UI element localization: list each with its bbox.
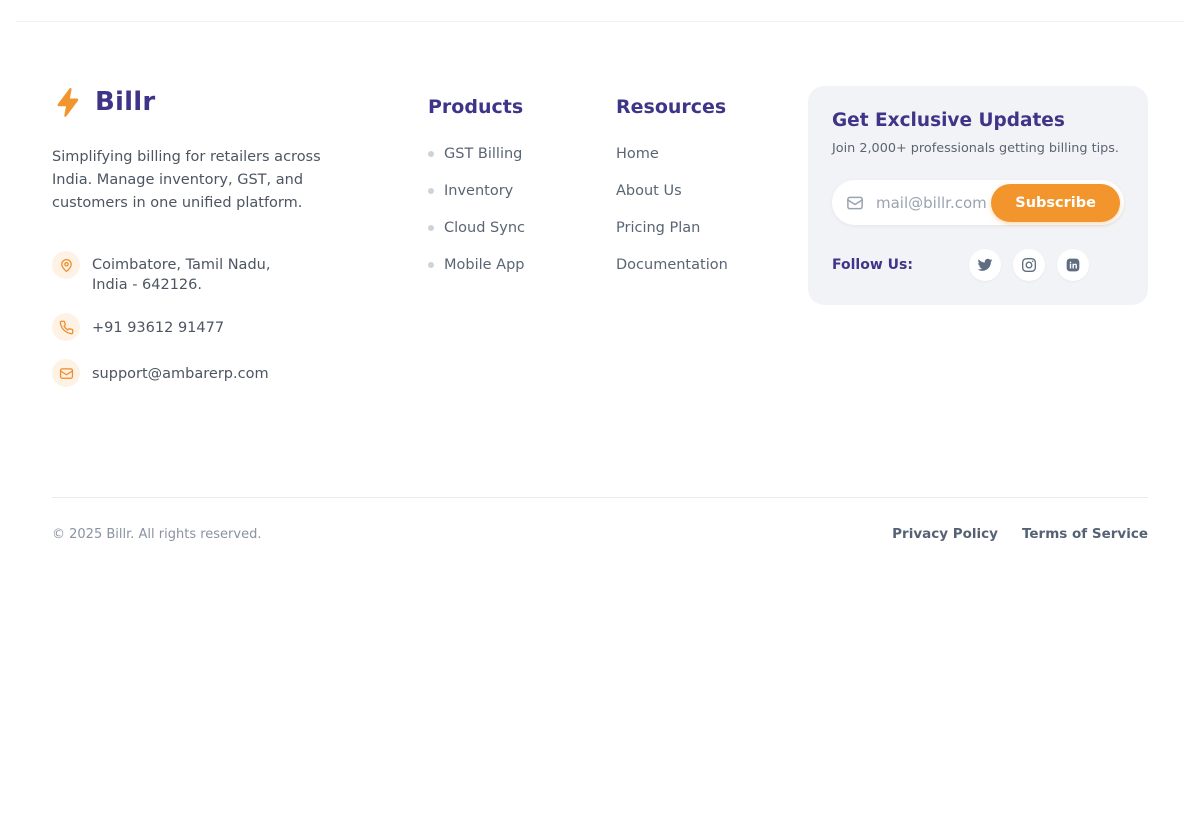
list-item: Cloud Sync xyxy=(428,220,616,236)
newsletter-heading: Get Exclusive Updates xyxy=(832,110,1124,131)
resources-column: Resources Home About Us Pricing Plan Doc… xyxy=(616,86,728,273)
contact-address: Coimbatore, Tamil Nadu, India - 642126. xyxy=(52,251,364,295)
top-divider xyxy=(16,21,1184,22)
mail-icon xyxy=(846,194,864,212)
address-text: Coimbatore, Tamil Nadu, India - 642126. xyxy=(92,251,270,295)
brand-name: Billr xyxy=(95,87,155,117)
products-column: Products GST Billing Inventory Cloud Syn… xyxy=(428,86,616,273)
email-text: support@ambarerp.com xyxy=(92,359,269,384)
subscribe-button[interactable]: Subscribe xyxy=(991,184,1120,222)
list-item: Pricing Plan xyxy=(616,220,728,236)
link-pricing-plan[interactable]: Pricing Plan xyxy=(616,220,700,236)
footer: Billr Simplifying billing for retailers … xyxy=(0,86,1200,572)
phone-text: +91 93612 91477 xyxy=(92,313,224,338)
contact-list: Coimbatore, Tamil Nadu, India - 642126. … xyxy=(52,251,364,387)
bullet-dot xyxy=(428,262,434,268)
terms-of-service-link[interactable]: Terms of Service xyxy=(1022,526,1148,542)
link-about-us[interactable]: About Us xyxy=(616,183,682,199)
linkedin-icon[interactable] xyxy=(1057,249,1089,281)
bullet-dot xyxy=(428,225,434,231)
brand-tagline: Simplifying billing for retailers across… xyxy=(52,146,364,215)
resources-heading: Resources xyxy=(616,96,728,118)
newsletter-card: Get Exclusive Updates Join 2,000+ profes… xyxy=(808,86,1148,305)
contact-email[interactable]: support@ambarerp.com xyxy=(52,359,364,387)
list-item: Inventory xyxy=(428,183,616,199)
bottom-bar: © 2025 Billr. All rights reserved. Priva… xyxy=(52,498,1148,572)
link-home[interactable]: Home xyxy=(616,146,659,162)
list-item: GST Billing xyxy=(428,146,616,162)
twitter-icon[interactable] xyxy=(969,249,1001,281)
instagram-icon[interactable] xyxy=(1013,249,1045,281)
location-pin-icon xyxy=(52,251,80,279)
list-item: About Us xyxy=(616,183,728,199)
privacy-policy-link[interactable]: Privacy Policy xyxy=(892,526,998,542)
social-icons xyxy=(969,249,1089,281)
link-mobile-app[interactable]: Mobile App xyxy=(444,257,525,273)
contact-phone[interactable]: +91 93612 91477 xyxy=(52,313,364,341)
brand-column: Billr Simplifying billing for retailers … xyxy=(52,86,364,387)
brand-logo: Billr xyxy=(52,86,364,118)
follow-us-label: Follow Us: xyxy=(832,257,913,273)
list-item: Home xyxy=(616,146,728,162)
link-documentation[interactable]: Documentation xyxy=(616,257,728,273)
follow-row: Follow Us: xyxy=(832,249,1124,281)
newsletter-subtext: Join 2,000+ professionals getting billin… xyxy=(832,141,1124,156)
list-item: Mobile App xyxy=(428,257,616,273)
bullet-dot xyxy=(428,151,434,157)
products-heading: Products xyxy=(428,96,616,118)
envelope-icon xyxy=(52,359,80,387)
link-gst-billing[interactable]: GST Billing xyxy=(444,146,522,162)
lightning-bolt-icon xyxy=(52,86,84,118)
copyright-text: © 2025 Billr. All rights reserved. xyxy=(52,527,261,542)
subscribe-form: Subscribe xyxy=(832,180,1124,225)
list-item: Documentation xyxy=(616,257,728,273)
link-cloud-sync[interactable]: Cloud Sync xyxy=(444,220,525,236)
bullet-dot xyxy=(428,188,434,194)
link-inventory[interactable]: Inventory xyxy=(444,183,513,199)
phone-icon xyxy=(52,313,80,341)
